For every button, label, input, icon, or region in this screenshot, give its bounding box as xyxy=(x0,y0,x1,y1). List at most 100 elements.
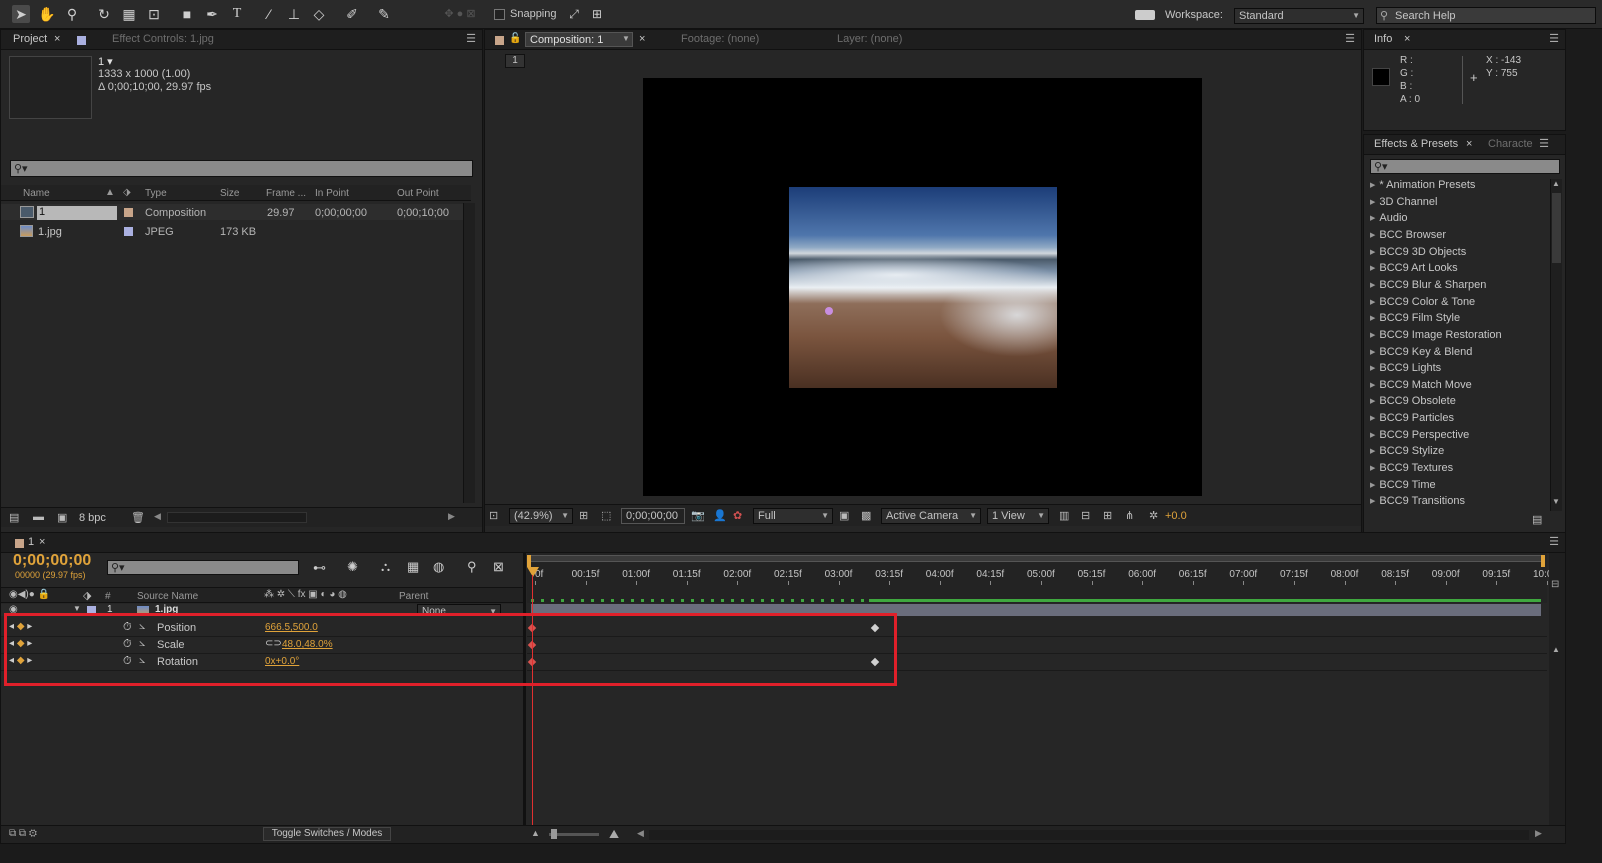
zoom-dropdown[interactable]: (42.9%) xyxy=(509,508,573,524)
scroll-right-icon[interactable]: ▶ xyxy=(1535,828,1542,839)
timeline-hscrollbar[interactable] xyxy=(649,830,1529,840)
col-in-point[interactable]: In Point xyxy=(315,188,349,199)
workspace-dropdown[interactable]: Standard xyxy=(1234,8,1364,24)
layer-duration-bar[interactable] xyxy=(531,604,1541,616)
scroll-left-icon[interactable]: ◀ xyxy=(637,828,644,839)
scroll-right-icon[interactable]: ▶ xyxy=(448,511,455,522)
layer-panel-divider[interactable] xyxy=(523,553,526,825)
scroll-thumb[interactable] xyxy=(1552,193,1561,263)
zoom-tool-icon[interactable]: ⚲ xyxy=(63,5,81,23)
time-ruler[interactable]: 0f 00:15f 01:00f 01:15f 02:00f 02:15f 03:00f 03… xyxy=(527,553,1552,603)
trash-icon[interactable]: 🗑 xyxy=(131,511,145,524)
timeline-search-input[interactable]: ⚲▾ xyxy=(107,560,299,575)
selection-tool-icon[interactable]: ➤ xyxy=(12,5,30,23)
effects-list-item[interactable]: BCC9 Lights xyxy=(1370,362,1441,374)
col-size[interactable]: Size xyxy=(220,188,239,199)
toggle-transparency-icon[interactable]: ▩ xyxy=(861,509,871,522)
twirl-down-icon[interactable]: ▼ xyxy=(73,604,81,613)
current-time-field[interactable]: 0;00;00;00 xyxy=(621,508,685,524)
effects-list-item[interactable]: BCC9 3D Objects xyxy=(1370,246,1466,258)
eye-icon[interactable]: ◉ xyxy=(9,604,18,615)
pixel-aspect-icon[interactable]: ▥ xyxy=(1059,509,1069,522)
track-area[interactable] xyxy=(527,604,1547,826)
view-layout-dropdown[interactable]: 1 View xyxy=(987,508,1049,524)
tab-character[interactable]: Characte xyxy=(1488,138,1533,150)
camera-tool-icon[interactable]: ▦ xyxy=(120,5,138,23)
effects-list-item[interactable]: * Animation Presets xyxy=(1370,179,1475,191)
col-parent[interactable]: Parent xyxy=(399,591,428,602)
effects-list-item[interactable]: BCC9 Blur & Sharpen xyxy=(1370,279,1486,291)
effects-list-item[interactable]: BCC9 Color & Tone xyxy=(1370,296,1475,308)
col-source-name[interactable]: Source Name xyxy=(137,591,198,602)
always-preview-icon[interactable]: ⊡ xyxy=(489,509,498,522)
exposure-reset-icon[interactable]: ✲ xyxy=(1149,509,1158,522)
show-snapshot-icon[interactable]: 👤 xyxy=(713,509,727,522)
project-hscrollbar[interactable] xyxy=(167,512,307,523)
tab-effect-controls[interactable]: Effect Controls: 1.jpg xyxy=(112,33,214,45)
property-value[interactable]: 666.5,500.0 xyxy=(265,622,318,633)
scroll-up-icon[interactable]: ▲ xyxy=(1552,645,1560,654)
scroll-left-icon[interactable]: ◀ xyxy=(154,511,161,522)
comp-button-icon[interactable]: ⊟ xyxy=(1551,579,1559,590)
constrain-proportions-icon[interactable]: ⊂⊃ xyxy=(265,638,282,649)
zoom-in-icon[interactable]: ⛰ xyxy=(609,827,619,842)
effects-list-item[interactable]: BCC9 Particles xyxy=(1370,412,1454,424)
pen-tool-icon[interactable]: ✒ xyxy=(203,5,221,23)
motion-blur-icon[interactable]: ◍ xyxy=(433,559,444,575)
close-icon[interactable]: × xyxy=(39,536,45,548)
puppet-pin-tool-icon[interactable]: ✎ xyxy=(375,5,393,23)
panel-menu-icon[interactable]: ☰ xyxy=(1549,32,1559,45)
effects-list-item[interactable]: BCC9 Film Style xyxy=(1370,312,1460,324)
snapshot-camera-icon[interactable]: 📷 xyxy=(691,509,705,522)
exposure-value[interactable]: +0.0 xyxy=(1165,510,1187,522)
effects-list-item[interactable]: BCC Browser xyxy=(1370,229,1446,241)
comp-flowchart-icon[interactable]: ⊞ xyxy=(1103,509,1112,522)
project-scrollbar[interactable] xyxy=(463,203,475,503)
effects-list-item[interactable]: BCC9 Obsolete xyxy=(1370,395,1455,407)
snapping-checkbox[interactable] xyxy=(494,9,505,20)
interpret-footage-icon[interactable]: ▤ xyxy=(9,511,19,524)
property-row-rotation[interactable]: ◂ ◆ ▸ ⏱ ⦣ Rotation 0x+0.0° xyxy=(1,654,523,671)
lock-icon[interactable]: 🔓 xyxy=(509,33,521,44)
scroll-up-icon[interactable]: ▲ xyxy=(1552,179,1560,188)
hand-tool-icon[interactable]: ✋ xyxy=(38,5,56,23)
effects-list-item[interactable]: BCC9 Image Restoration xyxy=(1370,329,1501,341)
layer-switches-icon[interactable]: ⧉ ⧉ ⚙ xyxy=(9,828,37,839)
list-item[interactable]: 1 Composition 29.97 0;00;00;00 0;00;10;0… xyxy=(1,204,463,220)
new-folder-icon[interactable]: ▬ xyxy=(33,511,44,523)
tab-project[interactable]: Project xyxy=(13,33,47,45)
brainstorm-icon[interactable]: ⊠ xyxy=(493,559,504,575)
bit-depth-label[interactable]: 8 bpc xyxy=(79,512,106,524)
snap-grid-icon[interactable]: ⊞ xyxy=(588,5,606,23)
stopwatch-icon[interactable]: ⏱ xyxy=(123,638,132,651)
col-type[interactable]: Type xyxy=(145,188,167,199)
effects-list-item[interactable]: BCC9 Stylize xyxy=(1370,445,1444,457)
new-bin-icon[interactable]: ▤ xyxy=(1532,513,1542,526)
keyframe-navigator-icons[interactable]: ◂ ◆ ▸ xyxy=(9,638,32,649)
tab-timeline[interactable]: 1 xyxy=(28,536,34,548)
playhead-handle[interactable] xyxy=(527,567,539,577)
effects-list-item[interactable]: Audio xyxy=(1370,212,1407,224)
panel-menu-icon[interactable]: ☰ xyxy=(1345,32,1355,45)
property-row-position[interactable]: ◂ ◆ ▸ ⏱ ⦣ Position 666.5,500.0 xyxy=(1,620,523,637)
timeline-timecode[interactable]: 0;00;00;00 xyxy=(13,552,91,570)
rotate-tool-icon[interactable]: ↻ xyxy=(95,5,113,23)
channel-rgb-icon[interactable]: ✿ xyxy=(733,509,742,522)
effects-list-item[interactable]: 3D Channel xyxy=(1370,196,1437,208)
playhead-line[interactable] xyxy=(532,575,533,825)
effects-list-item[interactable]: BCC9 Transitions xyxy=(1370,495,1465,507)
composition-nav-label[interactable]: 1 xyxy=(505,54,525,68)
effects-search-input[interactable]: ⚲▾ xyxy=(1370,159,1560,174)
effects-list-item[interactable]: BCC9 Time xyxy=(1370,479,1435,491)
col-frame-rate[interactable]: Frame ... xyxy=(266,188,306,199)
effects-scrollbar[interactable]: ▲ ▼ xyxy=(1550,179,1562,511)
panel-menu-icon[interactable]: ☰ xyxy=(1539,137,1549,150)
tab-composition[interactable]: Composition: 1 ▼ xyxy=(525,32,633,47)
panel-menu-icon[interactable]: ☰ xyxy=(1549,535,1559,548)
transparency-grid-icon[interactable]: ⬚ xyxy=(601,509,611,522)
effects-list-item[interactable]: BCC9 Match Move xyxy=(1370,379,1471,391)
pan-behind-tool-icon[interactable]: ⊡ xyxy=(145,5,163,23)
roto-brush-tool-icon[interactable]: ✐ xyxy=(343,5,361,23)
stopwatch-icon[interactable]: ⏱ xyxy=(123,621,132,634)
graph-icon[interactable]: ⦣ xyxy=(139,654,145,667)
